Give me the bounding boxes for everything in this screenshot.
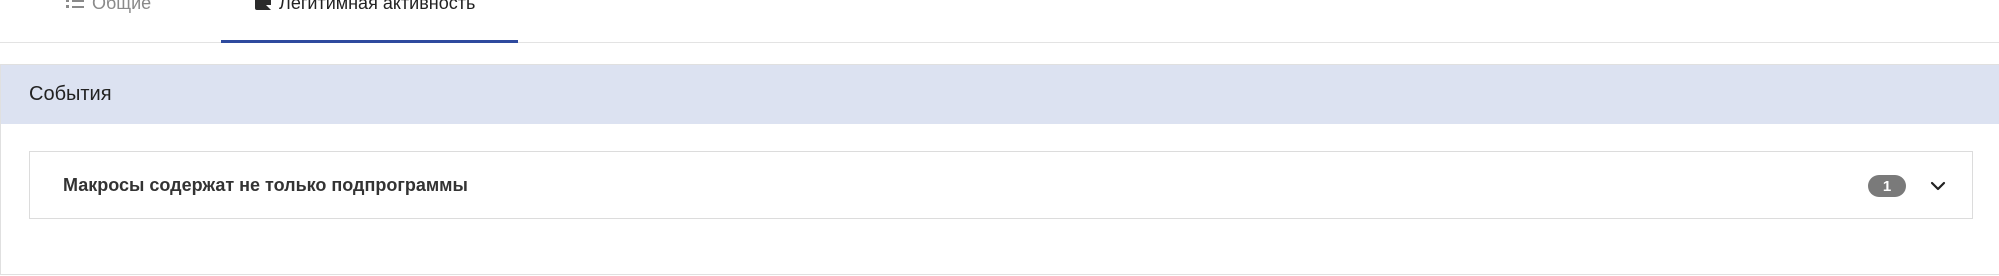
events-panel: События Макросы содержат не только подпр… [0,64,1999,275]
tab-general-label: Общие [92,0,152,13]
tab-legitimate-activity[interactable]: Легитимная активность [221,0,518,43]
list-icon [66,0,84,12]
tab-bar: Общие Легитимная активность [0,0,1999,43]
event-item[interactable]: Макросы содержат не только подпрограммы … [29,151,1973,219]
events-panel-header: События [1,65,1999,124]
event-item-title: Макросы содержат не только подпрограммы [63,174,468,195]
note-icon [255,0,271,10]
tab-general[interactable]: Общие [66,0,151,43]
events-panel-title: События [29,83,112,105]
tab-legitimate-activity-label: Легитимная активность [279,0,476,13]
event-count-badge: 1 [1868,175,1906,197]
chevron-down-icon[interactable] [1928,176,1948,196]
